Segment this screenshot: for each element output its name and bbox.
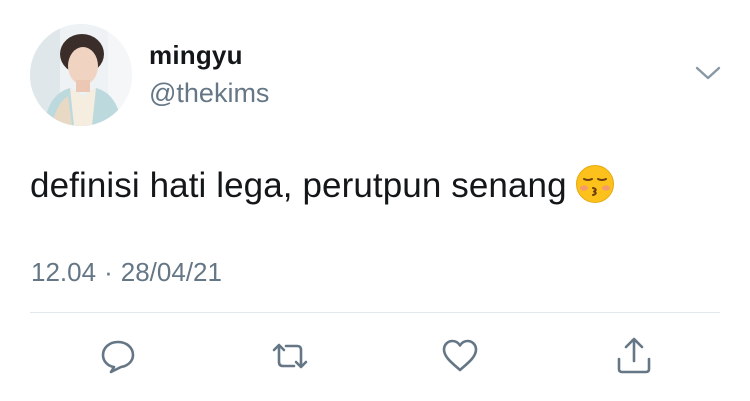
retweet-icon bbox=[272, 343, 308, 369]
reply-button[interactable] bbox=[98, 336, 138, 376]
tweet-time: 12.04 bbox=[31, 257, 97, 287]
display-name[interactable]: mingyu bbox=[149, 40, 243, 71]
divider bbox=[30, 312, 720, 313]
kissing-face-emoji-icon bbox=[575, 164, 615, 204]
timestamp[interactable]: 12.04 · 28/04/21 bbox=[31, 257, 222, 288]
timestamp-separator: · bbox=[104, 257, 113, 287]
chevron-down-icon[interactable] bbox=[693, 62, 723, 84]
tweet-body: definisi hati lega, perutpun senang bbox=[30, 166, 567, 205]
tweet-date: 28/04/21 bbox=[120, 257, 222, 287]
reply-icon bbox=[101, 340, 135, 374]
avatar[interactable] bbox=[30, 24, 132, 126]
like-button[interactable] bbox=[440, 336, 480, 376]
heart-icon bbox=[442, 339, 478, 372]
share-icon bbox=[617, 337, 651, 374]
share-button[interactable] bbox=[614, 336, 654, 376]
user-handle[interactable]: @thekims bbox=[149, 78, 269, 109]
tweet-text: definisi hati lega, perutpun senang bbox=[30, 164, 615, 206]
retweet-button[interactable] bbox=[270, 336, 310, 376]
